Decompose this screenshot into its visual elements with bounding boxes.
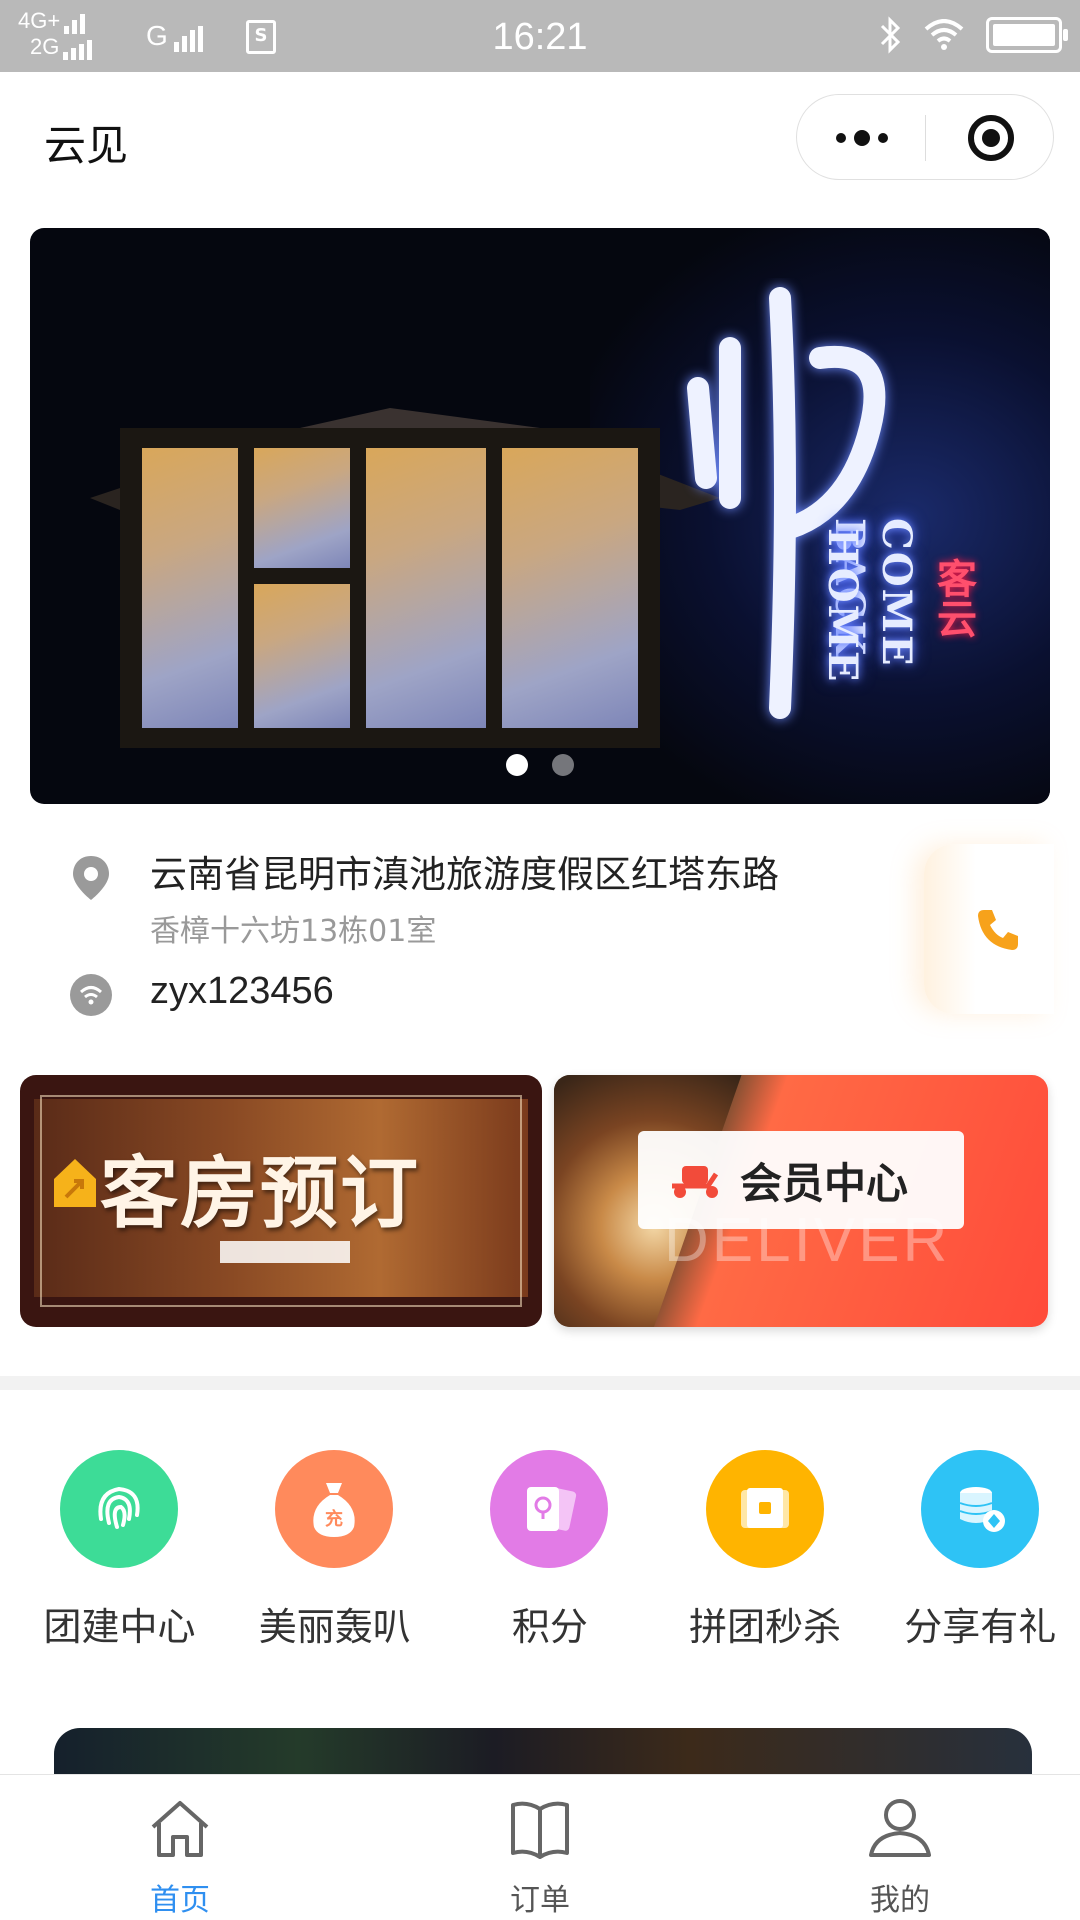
user-icon [869, 1799, 931, 1857]
close-mini-program-button[interactable] [926, 95, 1055, 181]
tab-label: 订单 [510, 1883, 570, 1918]
address-line-1[interactable]: 云南省昆明市滇池旅游度假区红塔东路 [150, 844, 779, 898]
wifi-status-icon [924, 19, 964, 50]
page-title: 云见 [44, 121, 129, 170]
shortcut-points[interactable]: 积分 [446, 1448, 649, 1649]
bluetooth-icon [880, 16, 901, 54]
lantern-body [120, 428, 660, 748]
coins-gift-icon [959, 1487, 1005, 1532]
shortcut-label: 积分 [511, 1605, 588, 1649]
status-bar: 4G+ 2G G S 16:21 [0, 0, 1080, 72]
house-icon [54, 1159, 96, 1207]
tab-profile[interactable]: 我的 [720, 1775, 1080, 1920]
battery-icon [986, 17, 1068, 53]
status-icons [878, 16, 1068, 54]
shortcut-icon-bg [60, 1450, 178, 1568]
phone-icon [978, 910, 1018, 950]
room-booking-card[interactable]: 客房预订 [20, 1075, 542, 1327]
home-icon [151, 1801, 209, 1857]
mini-program-capsule [796, 94, 1054, 180]
section-divider [0, 1376, 1080, 1390]
more-menu-button[interactable] [797, 95, 926, 181]
room-booking-title: 客房预订 [100, 1148, 421, 1239]
neon-red-logo: 客云 [930, 558, 977, 638]
ticket-icon [740, 1488, 789, 1528]
banner-carousel[interactable]: COME BACK HOME 客云 [30, 228, 1050, 804]
shortcut-label: 团建中心 [43, 1605, 196, 1649]
shortcut-label: 分享有礼 [904, 1605, 1057, 1649]
member-center-text: 会员中心 [740, 1158, 909, 1208]
money-bag-icon: 充 [313, 1483, 355, 1537]
carousel-dot[interactable] [552, 754, 574, 776]
svg-text:充: 充 [325, 1508, 343, 1530]
shortcut-icon-bg: 充 [275, 1450, 394, 1568]
neon-text-home: HOME [819, 528, 866, 684]
location-pin-icon [73, 856, 109, 900]
scooter-icon [672, 1166, 719, 1198]
member-center-card[interactable]: DELIVER 会员中心 [554, 1075, 1048, 1327]
navigation-bar: 云见 [0, 72, 1080, 202]
store-info: 云南省昆明市滇池旅游度假区红塔东路 香樟十六坊13栋01室 zyx123456 [0, 830, 1080, 1050]
shortcut-grid: 团建中心 充 美丽轰叭 积分 拼团秒杀 分享有礼 [0, 1448, 1080, 1649]
shortcut-icon-bg [490, 1450, 609, 1568]
shortcut-team-building[interactable]: 团建中心 [16, 1448, 219, 1649]
points-card-icon [527, 1487, 577, 1531]
shortcut-icon-bg [920, 1450, 1039, 1568]
carousel-dot[interactable] [506, 754, 528, 776]
bottom-tab-bar: 首页 订单 我的 [0, 1774, 1080, 1920]
book-icon [511, 1801, 569, 1859]
wifi-password[interactable]: zyx123456 [150, 970, 334, 1013]
carousel-indicators [30, 754, 1050, 776]
shortcut-icon-bg [705, 1450, 824, 1568]
wifi-icon [70, 974, 112, 1016]
target-icon [967, 115, 1014, 161]
address-line-2: 香樟十六坊13栋01室 [150, 914, 437, 949]
member-center-label: 会员中心 [638, 1131, 964, 1229]
shortcut-label: 拼团秒杀 [689, 1605, 842, 1649]
shortcut-beauty-party[interactable]: 充 美丽轰叭 [231, 1448, 434, 1649]
tab-home[interactable]: 首页 [0, 1775, 360, 1920]
shortcut-share-gift[interactable]: 分享有礼 [877, 1448, 1080, 1649]
tab-label: 首页 [150, 1883, 210, 1918]
fingerprint-icon [98, 1486, 140, 1529]
tab-orders[interactable]: 订单 [360, 1775, 720, 1920]
tab-label: 我的 [870, 1883, 930, 1918]
shortcut-label: 美丽轰叭 [258, 1605, 411, 1649]
call-button[interactable] [924, 844, 1054, 1014]
shortcut-group-flash-sale[interactable]: 拼团秒杀 [662, 1448, 865, 1649]
booking-subtitle-bar [220, 1241, 350, 1263]
